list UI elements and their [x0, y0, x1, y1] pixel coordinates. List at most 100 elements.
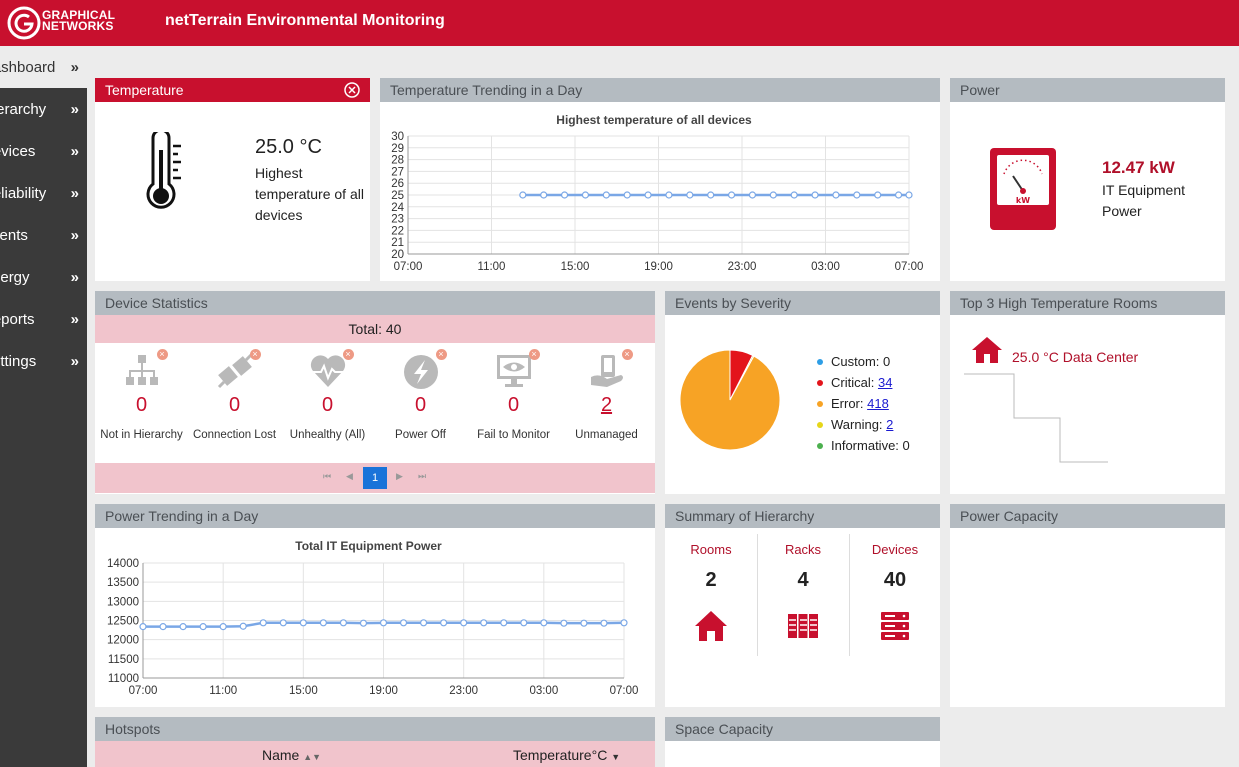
x-tick-label: 19:00 — [644, 261, 673, 273]
data-point — [500, 619, 508, 627]
thermometer-icon — [146, 132, 181, 209]
stat-not-in-hierarchy[interactable]: × 0 Not in Hierarchy — [95, 349, 188, 441]
sidebar-item-devices[interactable]: Devices » — [0, 130, 87, 172]
hand-device-icon — [590, 355, 623, 387]
panel-title: Space Capacity — [665, 717, 940, 741]
error-badge-icon: × — [435, 349, 447, 360]
pie-slice-error — [679, 349, 781, 451]
data-point — [480, 619, 488, 627]
sort-icon: ▲▼ — [303, 752, 322, 762]
y-tick-label: 20 — [391, 249, 404, 261]
power-description: IT Equipment Power — [1102, 182, 1186, 219]
sidebar-item-events[interactable]: Events » — [0, 214, 87, 256]
data-point — [580, 619, 588, 627]
data-point — [727, 191, 736, 199]
y-tick-label: 12500 — [107, 616, 139, 628]
stat-unmanaged[interactable]: × 2 Unmanaged — [560, 349, 653, 441]
current-page-button[interactable]: 1 — [363, 467, 387, 489]
data-point — [581, 191, 590, 199]
legend-label: Error: — [831, 396, 864, 411]
column-header-name[interactable]: Name ▲▼ — [262, 741, 321, 767]
stat-power-off[interactable]: × 0 Power Off — [374, 349, 467, 441]
y-tick-label: 30 — [391, 131, 404, 143]
y-tick-label: 27 — [391, 166, 404, 178]
sort-desc-icon: ▼ — [611, 752, 621, 762]
app-header: GRAPHICAL NETWORKS netTerrain Environmen… — [0, 0, 1239, 46]
sidebar-item-reports[interactable]: Reports » — [0, 298, 87, 340]
close-icon[interactable] — [344, 82, 360, 98]
y-tick-label: 11000 — [108, 673, 139, 685]
summary-label: Racks — [784, 542, 822, 557]
stat-fail-to-monitor[interactable]: × 0 Fail to Monitor — [467, 349, 560, 441]
legend-item-critical: Critical: 34 — [817, 372, 910, 393]
data-point — [811, 191, 819, 199]
legend-value: 0 — [883, 354, 891, 369]
column-header-temperature[interactable]: Temperature°C ▼ — [513, 741, 620, 767]
graphical-networks-logo-icon — [7, 6, 41, 40]
error-badge-icon: × — [156, 349, 168, 360]
summary-devices[interactable]: Devices 40 — [849, 542, 940, 649]
legend-label: Warning: — [831, 417, 883, 432]
sidebar-item-dashboard[interactable]: Dashboard » — [0, 46, 87, 88]
panel-title: Power Trending in a Day — [95, 504, 655, 528]
data-point — [874, 191, 882, 199]
sidebar-item-energy[interactable]: Energy » — [0, 256, 87, 298]
events-severity-panel: Events by Severity Custom: 0 Critical: 3… — [665, 291, 940, 494]
room-item[interactable]: 25.0 °C Data Center — [1012, 349, 1138, 365]
y-tick-label: 13500 — [107, 577, 139, 589]
first-page-icon[interactable]: ⏮ — [323, 471, 331, 482]
last-page-icon[interactable]: ⏭ — [418, 471, 426, 482]
y-tick-label: 29 — [391, 143, 404, 155]
power-trend-panel: Power Trending in a Day Total IT Equipme… — [95, 504, 655, 707]
error-badge-icon: × — [342, 349, 354, 360]
house-icon — [972, 337, 1002, 363]
legend-dot-icon — [817, 379, 823, 386]
data-point — [665, 191, 673, 199]
prev-page-icon[interactable]: ◀ — [346, 471, 353, 482]
x-tick-label: 03:00 — [529, 685, 558, 697]
summary-racks[interactable]: Racks 4 — [757, 542, 849, 649]
stat-unhealthy[interactable]: × 0 Unhealthy (All) — [281, 349, 374, 441]
sidebar-item-hierarchy[interactable]: Hierarchy » — [0, 88, 87, 130]
y-tick-label: 25 — [391, 190, 404, 202]
legend-value-link[interactable]: 2 — [886, 414, 893, 435]
stat-value: 0 — [414, 394, 427, 416]
pager: ⏮ ◀ 1 ▶ ⏭ — [95, 463, 655, 493]
data-point — [832, 191, 840, 199]
power-capacity-panel: Power Capacity — [950, 504, 1225, 707]
panel-title: Top 3 High Temperature Rooms — [950, 291, 1225, 315]
data-point — [379, 619, 388, 627]
racks-icon — [788, 614, 818, 638]
sidebar-item-reliability[interactable]: Reliability » — [0, 172, 87, 214]
data-point — [560, 619, 568, 627]
x-tick-label: 07:00 — [895, 261, 924, 273]
stat-value-link[interactable]: 2 — [560, 394, 653, 420]
sidebar-item-settings[interactable]: Settings » — [0, 340, 87, 382]
x-tick-label: 19:00 — [369, 685, 398, 697]
y-tick-label: 14000 — [107, 558, 139, 570]
y-tick-label: 24 — [391, 202, 404, 214]
data-point — [560, 191, 569, 199]
data-point — [359, 619, 368, 627]
legend-dot-icon — [817, 421, 823, 428]
next-page-icon[interactable]: ▶ — [396, 471, 403, 482]
data-point — [790, 191, 798, 199]
x-tick-label: 15:00 — [289, 685, 318, 697]
hierarchy-icon — [125, 355, 158, 385]
server-icon — [881, 612, 909, 640]
summary-rooms[interactable]: Rooms 2 — [665, 542, 757, 649]
data-point — [460, 619, 468, 627]
panel-title: Summary of Hierarchy — [665, 504, 940, 528]
data-point — [600, 619, 608, 627]
data-point — [179, 623, 187, 631]
sidebar-item-label: Reliability — [0, 184, 47, 202]
legend-item-informative: Informative: 0 — [817, 435, 910, 456]
legend-value-link[interactable]: 418 — [867, 393, 889, 414]
y-tick-label: 21 — [391, 237, 404, 249]
stat-connection-lost[interactable]: × 0 Connection Lost — [188, 349, 281, 441]
app-title: netTerrain Environmental Monitoring — [165, 12, 445, 29]
legend-value-link[interactable]: 34 — [878, 372, 892, 393]
chevron-right-icon: » — [70, 58, 79, 76]
stat-value: 0 — [507, 394, 520, 416]
legend-item-error: Error: 418 — [817, 393, 910, 414]
